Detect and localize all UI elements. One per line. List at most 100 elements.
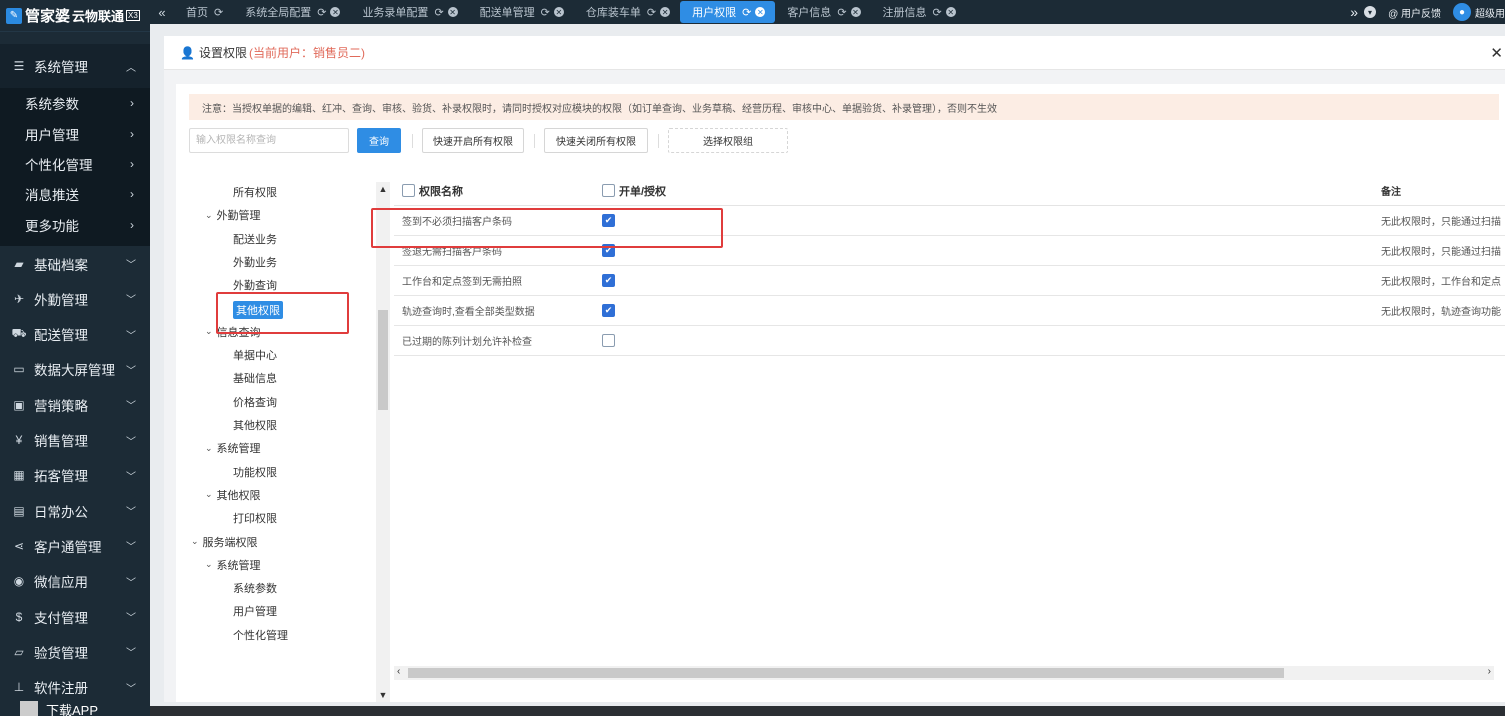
table-row[interactable]: 已过期的陈列计划允许补检查 (394, 326, 1505, 356)
table-h-scrollbar[interactable]: ‹ › (394, 666, 1494, 680)
query-button[interactable]: 查询 (357, 128, 401, 153)
sidebar-section[interactable]: ☰ 系统管理 ︿ (0, 44, 150, 88)
sidebar-section[interactable]: ⋖ 客户通管理 ﹀ (0, 528, 150, 563)
close-icon[interactable]: ✕ (1490, 44, 1503, 62)
close-tab-icon[interactable]: ✕ (660, 7, 671, 17)
sidebar-section[interactable]: ▱ 验货管理 ﹀ (0, 634, 150, 669)
sidebar-sub-item[interactable]: 个性化管理 › (0, 149, 150, 179)
sidebar-sub-item[interactable]: 系统参数 › (0, 88, 150, 118)
caret-down-icon[interactable]: ⌄ (205, 559, 213, 570)
refresh-icon[interactable]: ⟳ (647, 6, 656, 19)
refresh-icon[interactable]: ⟳ (214, 6, 223, 19)
sidebar-section[interactable]: ▣ 营销策略 ﹀ (0, 387, 150, 422)
caret-down-icon[interactable]: ⌄ (205, 326, 213, 337)
close-all-button[interactable]: 快速关闭所有权限 (544, 128, 648, 153)
tree-node-label: 个性化管理 (233, 629, 288, 642)
select-all-auth-checkbox[interactable] (602, 184, 615, 197)
sidebar-sub-item[interactable]: 用户管理 › (0, 118, 150, 148)
close-tab-icon[interactable]: ✕ (850, 7, 861, 17)
tab[interactable]: 客户信息 ⟳ ✕ (775, 1, 870, 23)
tree-node[interactable]: 外勤业务 (233, 254, 277, 270)
tab[interactable]: 业务录单配置 ⟳ ✕ (350, 1, 467, 23)
auth-checkbox[interactable]: ✔ (602, 304, 615, 317)
close-tab-icon[interactable]: ✕ (945, 7, 956, 17)
tab[interactable]: 系统全局配置 ⟳ ✕ (233, 1, 350, 23)
close-tab-icon[interactable]: ✕ (447, 7, 458, 17)
tree-node[interactable]: ⌄ 外勤管理 (205, 207, 261, 223)
scroll-left-icon[interactable]: « (150, 5, 174, 20)
sidebar-section-label: 外勤管理 (34, 292, 88, 308)
sidebar-section[interactable]: ¥ 销售管理 ﹀ (0, 422, 150, 457)
auth-checkbox[interactable]: ✔ (602, 274, 615, 287)
tree-node-label: 外勤查询 (233, 280, 277, 293)
tree-node[interactable]: 其他权限 (233, 417, 277, 433)
tab[interactable]: 配送单管理 ⟳ ✕ (468, 1, 574, 23)
tree-node[interactable]: ⌄ 服务端权限 (191, 534, 258, 550)
sidebar-section[interactable]: ⛟ 配送管理 ﹀ (0, 317, 150, 352)
tree-node[interactable]: 打印权限 (233, 510, 277, 526)
table-row[interactable]: 工作台和定点签到无需拍照 ✔ 无此权限时，工作台和定点 (394, 266, 1505, 296)
tab[interactable]: 仓库装车单 ⟳ ✕ (574, 1, 680, 23)
refresh-icon[interactable]: ⟳ (434, 6, 443, 19)
tree-node[interactable]: 功能权限 (233, 464, 277, 480)
sidebar-section-label: 系统管理 (34, 60, 88, 75)
tree-node[interactable]: 配送业务 (233, 231, 277, 247)
scroll-right-arrow-icon[interactable]: › (1488, 666, 1491, 677)
tree-node[interactable]: 单据中心 (233, 347, 277, 363)
tree-node[interactable]: ⌄ 系统管理 (205, 557, 261, 573)
tree-node[interactable]: 系统参数 (233, 580, 277, 596)
tree-node-label: 功能权限 (233, 466, 277, 479)
avatar[interactable]: ● (1453, 3, 1471, 21)
caret-down-icon[interactable]: ⌄ (205, 489, 213, 500)
auth-checkbox[interactable] (602, 334, 615, 347)
tab[interactable]: 用户权限 ⟳ ✕ (680, 1, 776, 23)
refresh-icon[interactable]: ⟳ (317, 6, 326, 19)
select-all-name-checkbox[interactable] (402, 184, 415, 197)
tree-scrollbar[interactable]: ▲ ▼ (376, 182, 390, 702)
tab[interactable]: 注册信息 ⟳ ✕ (871, 1, 966, 23)
close-tab-icon[interactable]: ✕ (755, 7, 766, 17)
select-group-button[interactable]: 选择权限组 (668, 128, 788, 153)
h-scroll-thumb[interactable] (408, 668, 1284, 678)
sidebar-section[interactable]: ✈ 外勤管理 ﹀ (0, 281, 150, 316)
tree-node[interactable]: 外勤查询 (233, 277, 277, 293)
tree-node[interactable]: 个性化管理 (233, 627, 288, 643)
tree-node[interactable]: 基础信息 (233, 370, 277, 386)
scroll-thumb[interactable] (378, 310, 388, 410)
sidebar-section[interactable]: $ 支付管理 ﹀ (0, 599, 150, 634)
caret-down-icon[interactable]: ⌄ (205, 210, 213, 221)
permission-search-input[interactable] (189, 128, 349, 153)
scroll-left-arrow-icon[interactable]: ‹ (397, 666, 400, 677)
tab[interactable]: 首页 ⟳ (174, 1, 233, 23)
tree-node[interactable]: 用户管理 (233, 603, 277, 619)
sidebar-section[interactable]: ◉ 微信应用 ﹀ (0, 564, 150, 599)
feedback-link[interactable]: @ 用户反馈 (1388, 5, 1441, 20)
tree-node[interactable]: 所有权限 (233, 184, 277, 200)
tree-node[interactable]: ⌄ 系统管理 (205, 440, 261, 456)
sidebar-sub-item[interactable]: 更多功能 › (0, 210, 150, 240)
sidebar-sub-item[interactable]: 消息推送 › (0, 179, 150, 209)
sidebar-section-label: 日常办公 (34, 504, 88, 520)
refresh-icon[interactable]: ⟳ (742, 6, 751, 19)
scroll-down-icon[interactable]: ▼ (376, 690, 390, 700)
close-tab-icon[interactable]: ✕ (330, 7, 341, 17)
refresh-icon[interactable]: ⟳ (837, 6, 846, 19)
user-name[interactable]: 超级用 (1475, 5, 1505, 20)
caret-down-icon[interactable]: ⌄ (205, 443, 213, 454)
caret-down-icon[interactable]: ⌄ (191, 536, 199, 547)
sidebar-section[interactable]: ▤ 日常办公 ﹀ (0, 493, 150, 528)
refresh-icon[interactable]: ⟳ (541, 6, 550, 19)
refresh-icon[interactable]: ⟳ (933, 6, 942, 19)
close-tab-icon[interactable]: ✕ (553, 7, 564, 17)
sidebar-section[interactable]: ▦ 拓客管理 ﹀ (0, 458, 150, 493)
tree-node[interactable]: 价格查询 (233, 394, 277, 410)
more-tabs-icon[interactable]: » (1350, 4, 1358, 20)
scroll-up-icon[interactable]: ▲ (376, 184, 390, 194)
sidebar-section[interactable]: ▰ 基础档案 ﹀ (0, 246, 150, 281)
download-app[interactable]: 下载APP (20, 700, 98, 716)
tree-node[interactable]: ⌄ 其他权限 (205, 487, 261, 503)
table-row[interactable]: 轨迹查询时,查看全部类型数据 ✔ 无此权限时，轨迹查询功能 (394, 296, 1505, 326)
dropdown-icon[interactable]: ▾ (1364, 6, 1377, 18)
open-all-button[interactable]: 快速开启所有权限 (422, 128, 524, 153)
sidebar-section[interactable]: ▭ 数据大屏管理 ﹀ (0, 352, 150, 387)
